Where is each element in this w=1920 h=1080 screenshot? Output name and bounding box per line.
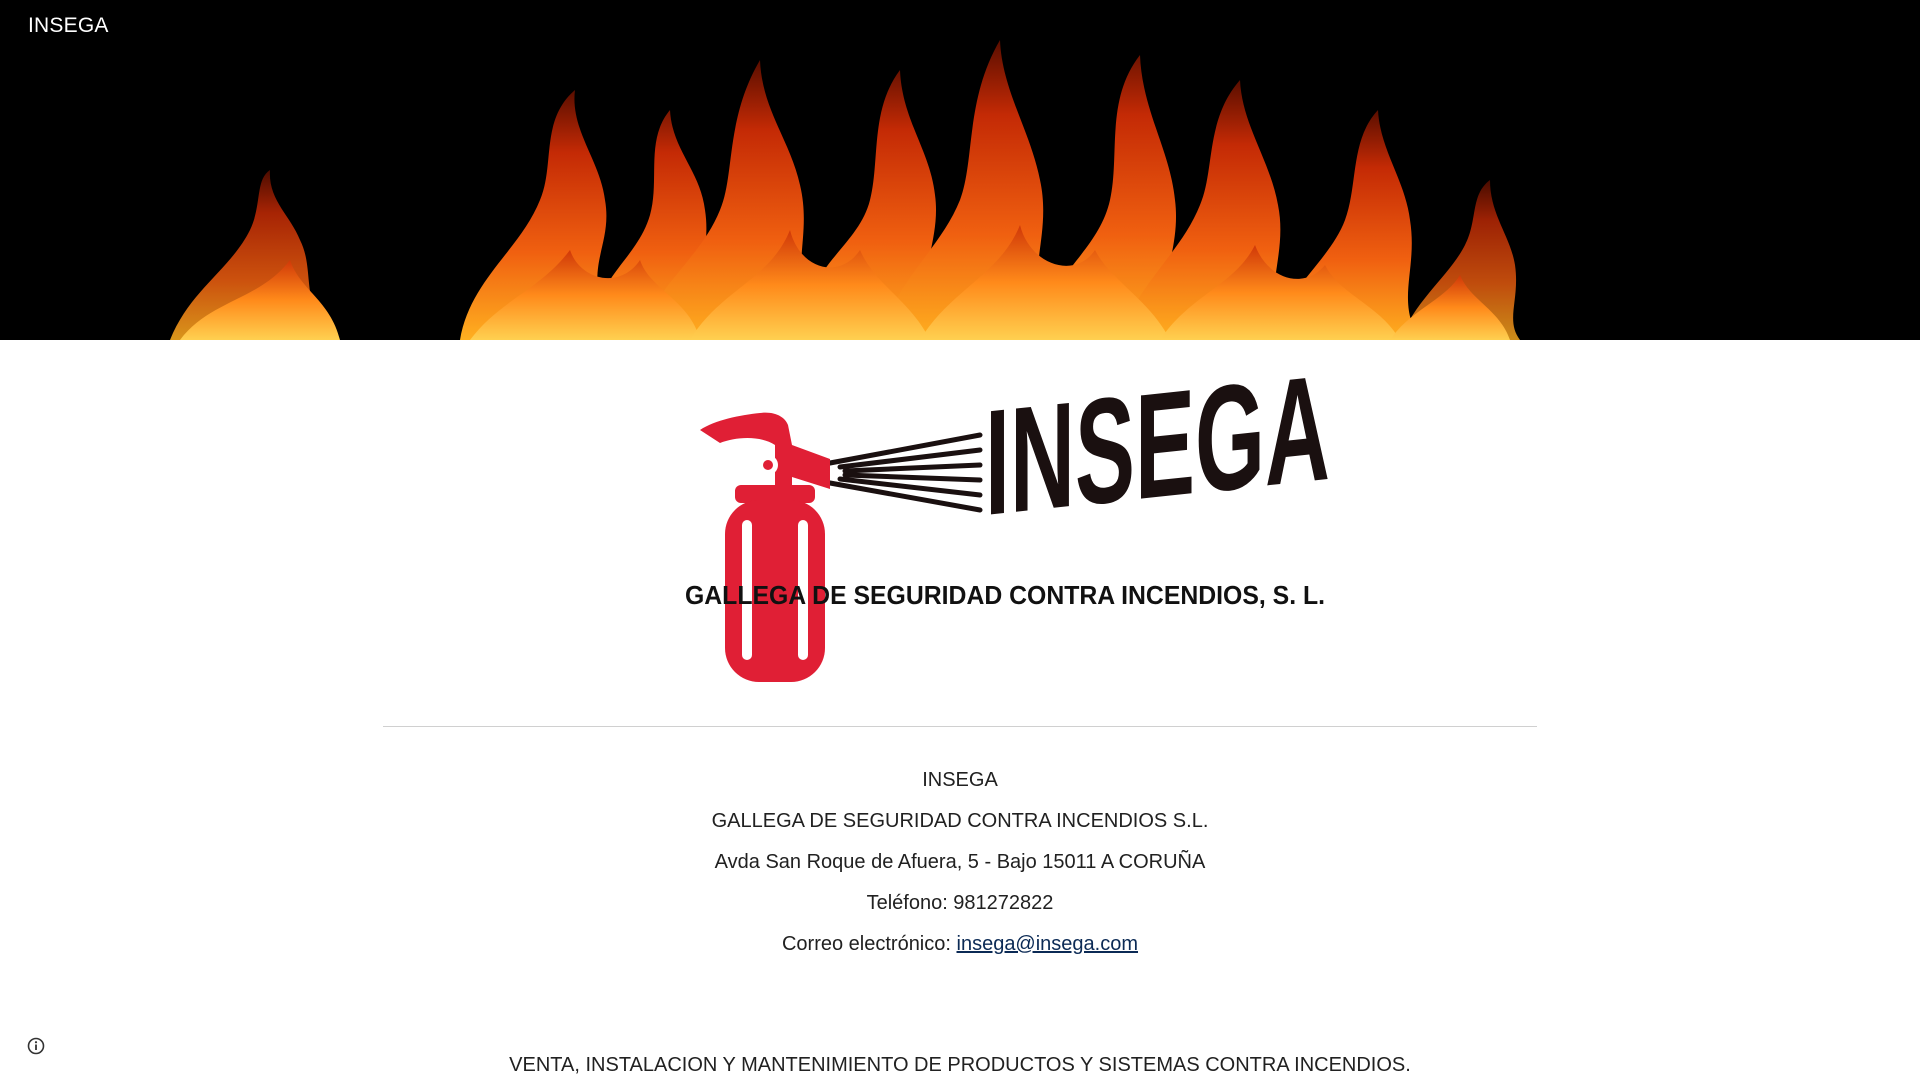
logo-graphic: INSEGA GALLEGA DE SEGURIDAD CONTRA INCEN… <box>685 343 1330 682</box>
flames-image <box>0 0 1920 340</box>
contact-company: GALLEGA DE SEGURIDAD CONTRA INCENDIOS S.… <box>711 810 1209 832</box>
logo-subtitle: GALLEGA DE SEGURIDAD CONTRA INCENDIOS, S… <box>685 580 1325 610</box>
email-link[interactable]: insega@insega.com <box>957 933 1139 955</box>
section-divider <box>383 726 1537 727</box>
info-icon <box>27 1037 45 1055</box>
fire-extinguisher-icon <box>700 412 830 682</box>
hero-banner: INSEGA <box>0 0 1920 340</box>
tagline: VENTA, INSTALACION Y MANTENIMIENTO DE PR… <box>509 1054 1411 1076</box>
contact-email-label: Correo electrónico: <box>781 933 957 955</box>
contact-email-line: Correo electrónico: insega@insega.com <box>383 924 1537 965</box>
spray-lines <box>827 432 983 513</box>
contact-address: Avda San Roque de Afuera, 5 - Bajo 15011… <box>714 851 1206 873</box>
contact-phone: Teléfono: 981272822 <box>866 892 1054 914</box>
site-info-button[interactable] <box>26 1036 46 1056</box>
company-logo: INSEGA GALLEGA DE SEGURIDAD CONTRA INCEN… <box>680 343 1340 685</box>
site-title-link[interactable]: INSEGA <box>28 14 109 38</box>
contact-name: INSEGA <box>922 769 998 791</box>
contact-block: INSEGA GALLEGA DE SEGURIDAD CONTRA INCEN… <box>383 760 1537 965</box>
logo-wordmark: INSEGA <box>985 365 1330 547</box>
